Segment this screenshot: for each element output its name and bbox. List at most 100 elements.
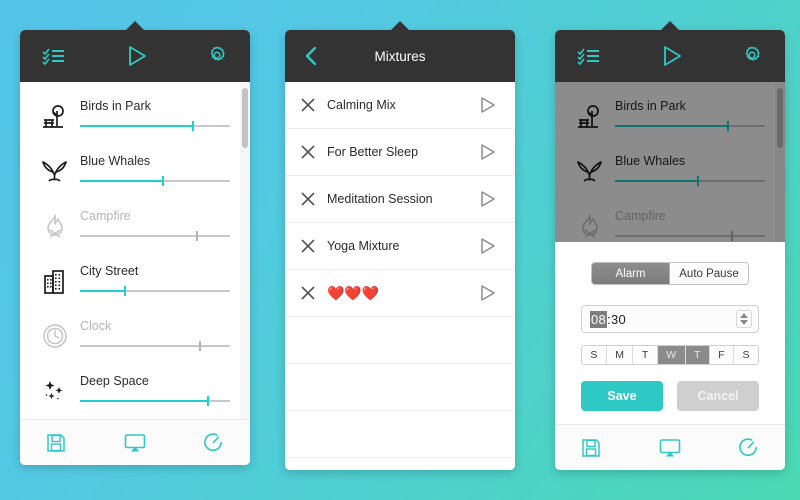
slider-thumb[interactable]: [199, 341, 201, 352]
sparkles-icon[interactable]: [38, 378, 72, 404]
clock-icon[interactable]: [38, 323, 72, 349]
play-icon[interactable]: [124, 44, 148, 68]
close-icon[interactable]: [301, 239, 323, 253]
sound-label: Blue Whales: [615, 153, 686, 168]
airplay-icon[interactable]: [659, 438, 681, 458]
checklist-icon[interactable]: [577, 46, 601, 66]
timer-icon[interactable]: [203, 432, 224, 453]
alarm-modal: Alarm Auto Pause 08:30 SMTWTFS Save Canc…: [555, 242, 785, 424]
close-icon[interactable]: [301, 286, 323, 300]
slider-thumb[interactable]: [206, 396, 209, 407]
volume-slider[interactable]: [80, 176, 230, 187]
volume-slider[interactable]: [80, 231, 230, 242]
sounds-list-scroll-area[interactable]: Birds in Park Blue Whales Campfire City …: [20, 82, 250, 419]
save-button[interactable]: Save: [581, 381, 663, 411]
sound-label: City Street: [80, 263, 139, 278]
buildings-icon[interactable]: [38, 267, 72, 295]
mixture-row[interactable]: Calming Mix: [285, 82, 515, 129]
day-toggle[interactable]: S: [734, 346, 758, 364]
day-toggle[interactable]: T: [685, 346, 710, 364]
volume-slider[interactable]: [615, 231, 765, 242]
alarm-time-field[interactable]: 08:30: [581, 305, 759, 333]
slider-thumb[interactable]: [726, 121, 729, 132]
sound-row[interactable]: Clock: [20, 308, 250, 363]
volume-slider[interactable]: [80, 286, 230, 297]
slider-fill: [615, 180, 698, 183]
mixtures-panel: Mixtures Calming Mix For Better Sleep Me…: [285, 21, 515, 470]
sound-label: Blue Whales: [80, 153, 151, 168]
close-icon[interactable]: [301, 98, 323, 112]
day-toggle[interactable]: F: [709, 346, 735, 364]
sound-row[interactable]: City Street: [20, 253, 250, 308]
day-toggle[interactable]: S: [582, 346, 607, 364]
mixture-name: Meditation Session: [327, 192, 433, 206]
alarm-mode-segmented-control[interactable]: Alarm Auto Pause: [591, 262, 749, 285]
timer-icon[interactable]: [738, 437, 759, 458]
alarm-time-value[interactable]: 08:30: [590, 310, 736, 328]
checklist-icon[interactable]: [42, 46, 66, 66]
mixture-row[interactable]: Yoga Mixture: [285, 223, 515, 270]
sound-label: Clock: [80, 318, 112, 333]
mixture-row[interactable]: For Better Sleep: [285, 129, 515, 176]
mixture-name: Yoga Mixture: [327, 239, 400, 253]
alarm-day-selector[interactable]: SMTWTFS: [581, 345, 759, 365]
stepper-up-down-icon[interactable]: [736, 310, 752, 328]
slider-thumb[interactable]: [191, 121, 194, 132]
gear-icon[interactable]: [206, 45, 228, 67]
scrollbar-thumb[interactable]: [777, 88, 783, 148]
airplay-icon[interactable]: [124, 433, 146, 453]
day-toggle[interactable]: W: [657, 346, 686, 364]
chevron-left-icon[interactable]: [303, 45, 319, 67]
play-icon[interactable]: [477, 95, 497, 115]
floppy-disk-icon[interactable]: [46, 433, 66, 453]
slider-thumb[interactable]: [196, 231, 198, 242]
play-icon[interactable]: [477, 142, 497, 162]
sound-row[interactable]: Campfire: [20, 198, 250, 253]
floppy-disk-icon[interactable]: [581, 438, 601, 458]
volume-slider[interactable]: [80, 396, 230, 407]
slider-thumb[interactable]: [731, 231, 733, 242]
play-icon[interactable]: [659, 44, 683, 68]
tree-bench-icon[interactable]: [38, 102, 72, 130]
sound-row[interactable]: Blue Whales: [20, 143, 250, 198]
alarm-minutes[interactable]: 30: [611, 312, 626, 327]
slider-thumb[interactable]: [696, 176, 699, 187]
close-icon[interactable]: [301, 145, 323, 159]
day-toggle[interactable]: T: [633, 346, 658, 364]
slider-thumb[interactable]: [161, 176, 164, 187]
gear-icon[interactable]: [741, 45, 763, 67]
scrollbar-thumb[interactable]: [242, 88, 248, 148]
close-icon[interactable]: [301, 192, 323, 206]
mixture-row[interactable]: ❤️❤️❤️: [285, 270, 515, 317]
slider-thumb[interactable]: [124, 286, 126, 297]
mixture-name: ❤️❤️❤️: [327, 284, 380, 301]
sound-label: Deep Space: [80, 373, 149, 388]
flame-icon[interactable]: [38, 212, 72, 240]
tab-auto-pause[interactable]: Auto Pause: [670, 263, 748, 284]
mixture-row[interactable]: Meditation Session: [285, 176, 515, 223]
tree-bench-icon[interactable]: [573, 102, 607, 130]
volume-slider[interactable]: [615, 121, 765, 132]
play-icon[interactable]: [477, 189, 497, 209]
sound-label: Birds in Park: [615, 98, 686, 113]
whale-tail-icon[interactable]: [573, 157, 607, 185]
sound-row[interactable]: Birds in Park: [20, 88, 250, 143]
play-icon[interactable]: [477, 236, 497, 256]
volume-slider[interactable]: [80, 341, 230, 352]
slider-track: [80, 345, 230, 348]
tab-alarm[interactable]: Alarm: [592, 263, 670, 284]
sound-row[interactable]: Deep Space: [20, 363, 250, 418]
play-icon[interactable]: [477, 283, 497, 303]
sound-row[interactable]: Birds in Park: [555, 88, 785, 143]
scrollbar-track[interactable]: [240, 82, 250, 419]
volume-slider[interactable]: [80, 121, 230, 132]
sounds-panel-toolbar: [20, 419, 250, 465]
volume-slider[interactable]: [615, 176, 765, 187]
day-toggle[interactable]: M: [606, 346, 634, 364]
whale-tail-icon[interactable]: [38, 157, 72, 185]
alarm-hours[interactable]: 08: [590, 310, 608, 328]
sounds-panel: Birds in Park Blue Whales Campfire City …: [20, 21, 250, 465]
flame-icon[interactable]: [573, 212, 607, 240]
cancel-button[interactable]: Cancel: [677, 381, 759, 411]
sound-row[interactable]: Blue Whales: [555, 143, 785, 198]
